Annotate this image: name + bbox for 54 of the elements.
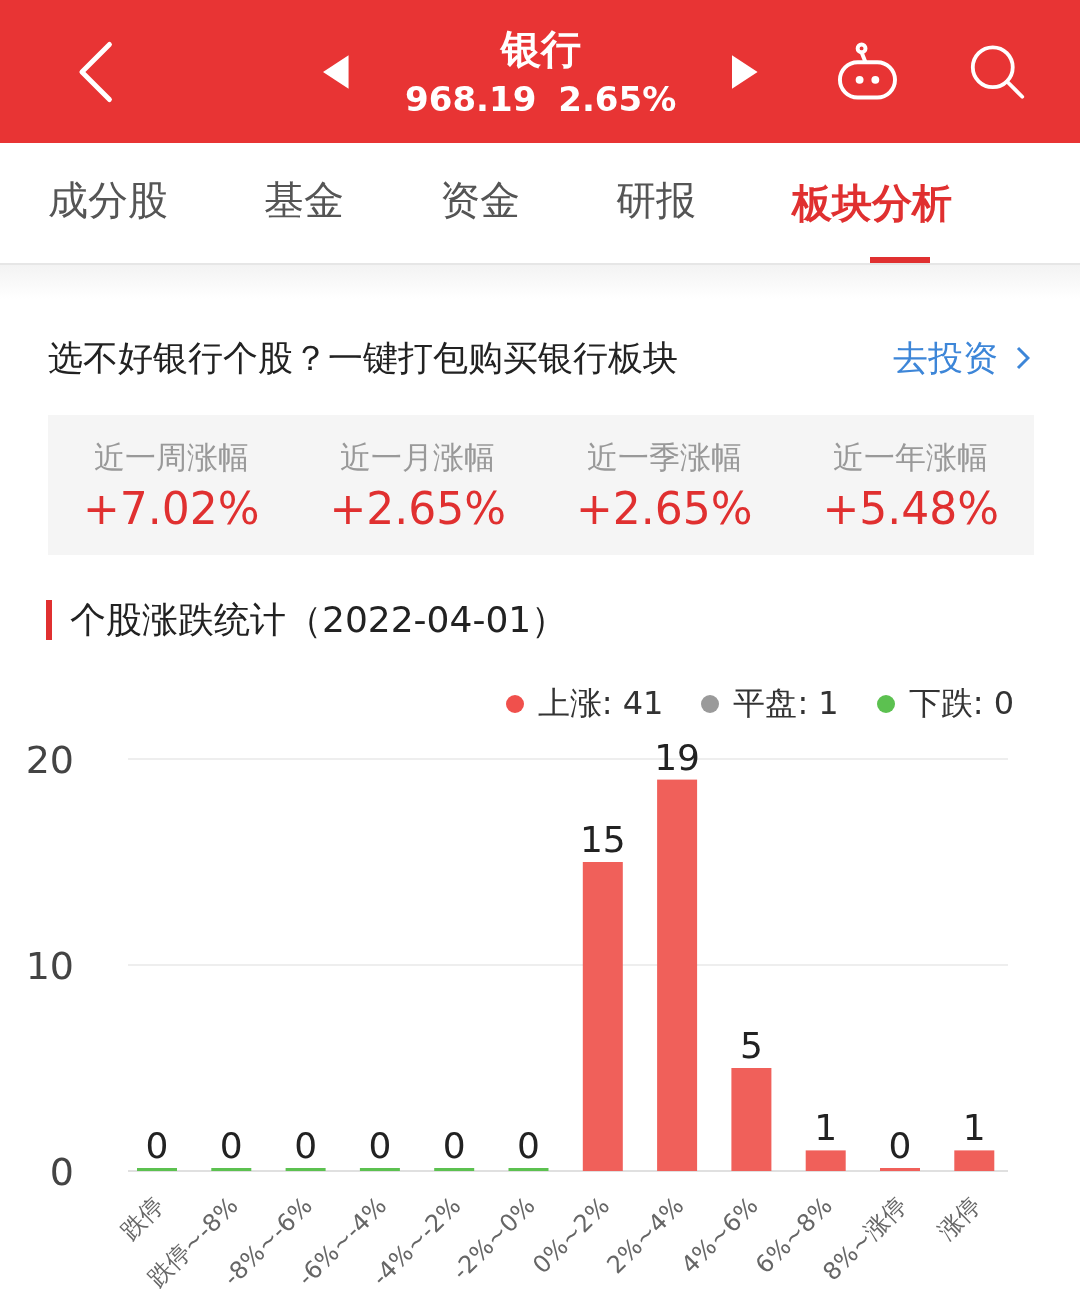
legend-label: 平盘: 1 [733,683,839,724]
bar-value-label: 19 [654,736,700,778]
axis-tick-label: 10 [25,944,74,988]
bar-value-label: 0 [145,1125,169,1166]
category-label: 跌停 [115,1191,170,1246]
legend-label: 下跌: 0 [908,683,1014,724]
bar-value-label: 1 [814,1107,838,1149]
tab[interactable]: 板块分析 [792,143,952,263]
section-title: 个股涨跌统计（2022-04-01） [70,597,568,642]
return-value: +5.48% [822,482,1000,534]
robot-icon[interactable] [836,41,899,102]
axis-tick-label: 0 [49,1150,74,1194]
legend-label: 上涨: 41 [537,683,664,724]
bar-value-label: 1 [962,1107,986,1149]
header-title: 银行 [500,24,581,74]
return-value: +2.65% [329,482,507,534]
bar-value-label: 0 [368,1125,392,1166]
promo-text: 选不好银行个股？一键打包购买银行板块 [48,336,678,380]
return-value: +2.65% [575,482,753,534]
bar [805,1150,846,1171]
axis-tick-label: 20 [25,738,74,782]
return-label: 近一月涨幅 [340,437,496,477]
invest-link[interactable]: 去投资 [893,334,1030,382]
bar [434,1168,475,1171]
bar [137,1168,177,1171]
bar-value-label: 0 [888,1125,912,1166]
bar-value-label: 0 [219,1125,243,1166]
bar [954,1150,995,1171]
bar [211,1168,252,1171]
index-price: 968.19 [405,77,537,121]
category-label: 涨停 [932,1191,987,1246]
bar-value-label: 0 [517,1125,540,1166]
return-label: 近一年涨幅 [833,437,989,477]
bar-value-label: 15 [579,819,626,860]
bar-value-label: 5 [739,1025,763,1066]
search-icon[interactable] [968,42,1026,101]
return-value: +7.02% [82,482,260,534]
tab[interactable]: 成分股 [48,143,168,263]
index-change: 2.65% [558,77,677,121]
tab[interactable]: 资金 [440,143,520,263]
bar-value-label: 0 [442,1125,466,1166]
next-icon[interactable] [732,54,758,89]
bar [880,1168,920,1171]
bar-value-label: 0 [294,1125,318,1166]
bar [285,1168,326,1171]
return-label: 近一季涨幅 [586,437,742,477]
return-label: 近一周涨幅 [93,437,249,477]
tab[interactable]: 基金 [264,143,344,263]
tab[interactable]: 研报 [616,143,696,263]
chevron-icon [1016,346,1030,370]
previous-icon[interactable] [323,54,349,89]
bar [508,1168,549,1171]
bar [359,1168,400,1171]
section-marker [46,600,52,640]
